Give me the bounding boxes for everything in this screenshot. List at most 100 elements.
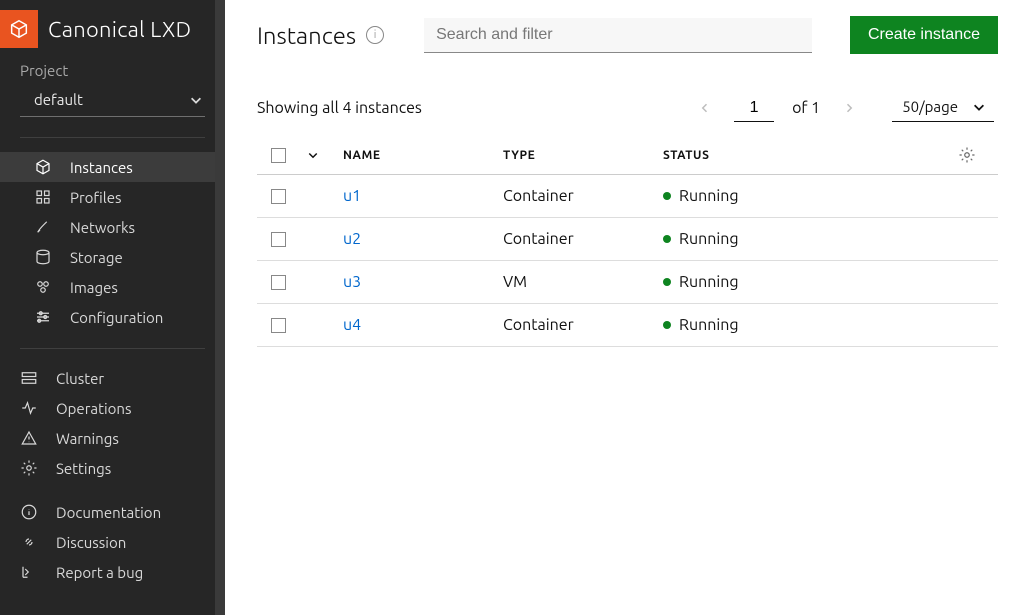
page-number-input[interactable] xyxy=(734,95,774,122)
instance-name-link[interactable]: u4 xyxy=(343,316,503,334)
col-type[interactable]: TYPE xyxy=(503,149,663,162)
page-of-label: of 1 xyxy=(792,99,820,117)
sidebar-item-warnings[interactable]: Warnings xyxy=(0,423,225,453)
main-content: Instances i Create instance Showing all … xyxy=(225,0,1018,615)
page-size-value: 50/page xyxy=(902,98,958,115)
sidebar-item-profiles[interactable]: Profiles xyxy=(0,182,225,212)
sidebar-item-label: Settings xyxy=(56,460,111,477)
sliders-icon xyxy=(34,308,52,326)
col-status[interactable]: STATUS xyxy=(663,149,923,162)
gear-icon xyxy=(958,146,976,164)
nav-divider xyxy=(20,137,205,138)
table-settings-button[interactable] xyxy=(958,146,976,164)
info-icon[interactable]: i xyxy=(366,26,384,44)
brand-header: Canonical LXD xyxy=(0,0,225,62)
status-dot-running xyxy=(663,278,671,286)
gear-icon xyxy=(20,459,38,477)
row-checkbox[interactable] xyxy=(271,275,286,290)
table-row: u3 VM Running xyxy=(257,261,998,304)
cube-icon xyxy=(34,158,52,176)
sidebar-item-label: Instances xyxy=(70,159,133,176)
sort-toggle[interactable] xyxy=(305,147,321,163)
table-row: u2 Container Running xyxy=(257,218,998,261)
sidebar-item-cluster[interactable]: Cluster xyxy=(0,363,225,393)
page-size-select[interactable]: 50/page xyxy=(892,94,994,122)
chevron-right-icon xyxy=(843,102,855,114)
status-text: Running xyxy=(679,273,739,291)
nav-divider xyxy=(20,348,205,349)
sidebar-item-label: Networks xyxy=(70,219,135,236)
sidebar-item-label: Storage xyxy=(70,249,123,266)
link-icon xyxy=(20,533,38,551)
status-text: Running xyxy=(679,316,739,334)
sidebar-item-operations[interactable]: Operations xyxy=(0,393,225,423)
sidebar-item-label: Report a bug xyxy=(56,564,143,581)
row-checkbox[interactable] xyxy=(271,318,286,333)
status-dot-running xyxy=(663,321,671,329)
grid-icon xyxy=(34,188,52,206)
create-instance-button[interactable]: Create instance xyxy=(850,16,998,54)
sidebar-item-label: Images xyxy=(70,279,118,296)
brand-title: Canonical LXD xyxy=(48,17,191,42)
activity-icon xyxy=(20,399,38,417)
sidebar-item-discussion[interactable]: Discussion xyxy=(0,527,225,557)
search-input[interactable] xyxy=(424,18,812,53)
sidebar-item-label: Cluster xyxy=(56,370,104,387)
terminal-icon xyxy=(20,563,38,581)
instance-name-link[interactable]: u2 xyxy=(343,230,503,248)
page-title: Instances i xyxy=(257,22,384,49)
page-title-text: Instances xyxy=(257,22,356,49)
table-header-row: NAME TYPE STATUS xyxy=(257,136,998,175)
sidebar-item-label: Documentation xyxy=(56,504,161,521)
sidebar-item-label: Configuration xyxy=(70,309,163,326)
project-label: Project xyxy=(20,62,205,79)
table-row: u1 Container Running xyxy=(257,175,998,218)
sidebar-item-report-bug[interactable]: Report a bug xyxy=(0,557,225,587)
instance-status: Running xyxy=(663,187,923,205)
sidebar-item-storage[interactable]: Storage xyxy=(0,242,225,272)
instance-name-link[interactable]: u1 xyxy=(343,187,503,205)
brand-logo xyxy=(0,10,38,48)
status-text: Running xyxy=(679,230,739,248)
nav-primary: Instances Profiles Networks Storage Imag… xyxy=(0,152,225,332)
storage-icon xyxy=(34,248,52,266)
pager: of 1 50/page xyxy=(694,94,994,122)
sidebar-item-instances[interactable]: Instances xyxy=(0,152,225,182)
project-select[interactable]: default xyxy=(20,85,205,117)
project-section: Project default xyxy=(0,62,225,121)
table-row: u4 Container Running xyxy=(257,304,998,347)
sidebar-item-images[interactable]: Images xyxy=(0,272,225,302)
chevron-left-icon xyxy=(699,102,711,114)
lxd-logo-icon xyxy=(8,18,30,40)
instance-name-link[interactable]: u3 xyxy=(343,273,503,291)
sidebar-item-documentation[interactable]: Documentation xyxy=(0,497,225,527)
row-checkbox[interactable] xyxy=(271,232,286,247)
sidebar: Canonical LXD Project default Instances … xyxy=(0,0,225,615)
instance-type: Container xyxy=(503,187,663,205)
select-all-checkbox[interactable] xyxy=(271,148,286,163)
list-meta: Showing all 4 instances of 1 50/page xyxy=(257,94,998,122)
page-prev-button[interactable] xyxy=(694,97,716,119)
page-next-button[interactable] xyxy=(838,97,860,119)
sidebar-item-configuration[interactable]: Configuration xyxy=(0,302,225,332)
row-checkbox[interactable] xyxy=(271,189,286,204)
sidebar-item-settings[interactable]: Settings xyxy=(0,453,225,483)
showing-count: Showing all 4 instances xyxy=(257,99,422,117)
topbar: Instances i Create instance xyxy=(257,16,998,54)
sidebar-item-label: Operations xyxy=(56,400,131,417)
sidebar-item-networks[interactable]: Networks xyxy=(0,212,225,242)
warning-icon xyxy=(20,429,38,447)
images-icon xyxy=(34,278,52,296)
sidebar-scrollbar[interactable] xyxy=(215,0,225,615)
chevron-down-icon xyxy=(189,93,203,107)
nav-secondary: Cluster Operations Warnings Settings xyxy=(0,363,225,483)
instance-type: VM xyxy=(503,273,663,291)
status-dot-running xyxy=(663,192,671,200)
instances-table: NAME TYPE STATUS u1 Container Running u2… xyxy=(257,136,998,347)
sidebar-item-label: Discussion xyxy=(56,534,126,551)
instance-status: Running xyxy=(663,273,923,291)
brush-icon xyxy=(34,218,52,236)
col-name[interactable]: NAME xyxy=(343,149,503,162)
instance-type: Container xyxy=(503,316,663,334)
chevron-down-icon xyxy=(972,100,986,114)
